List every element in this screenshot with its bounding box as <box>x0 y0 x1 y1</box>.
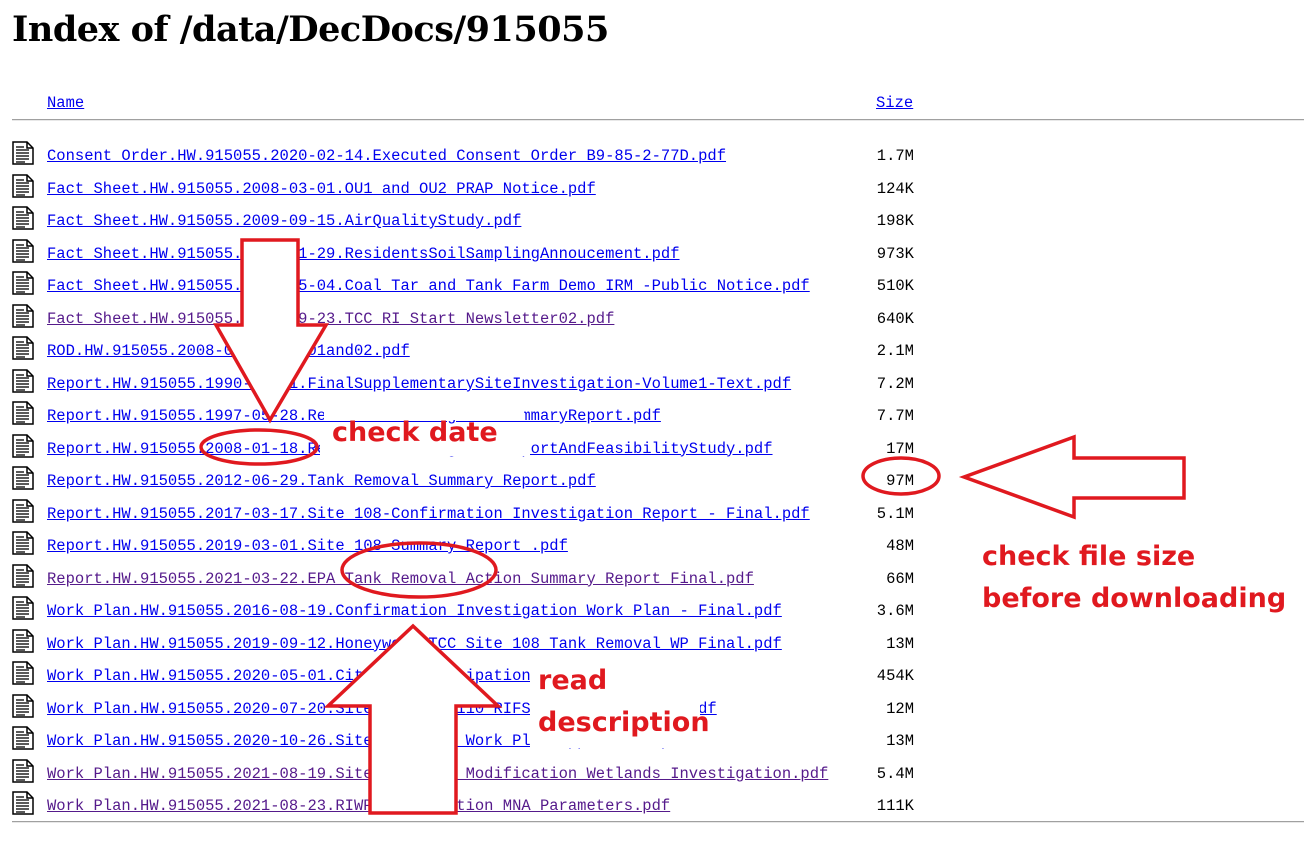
file-link[interactable]: Report.HW.915055.2019-03-01.Site 108 Sum… <box>47 537 568 555</box>
text-file-icon <box>12 271 34 295</box>
file-size: 973K <box>876 244 914 263</box>
file-size: 111K <box>876 797 914 815</box>
file-size: 124K <box>876 179 914 198</box>
text-file-icon <box>12 368 34 393</box>
text-file-icon <box>12 726 34 750</box>
text-file-icon <box>12 433 34 458</box>
text-file-icon <box>12 758 34 783</box>
file-link[interactable]: Consent Order.HW.915055.2020-02-14.Execu… <box>47 147 726 165</box>
file-size: 13M <box>886 634 914 653</box>
file-link[interactable]: Work Plan.HW.915055.2021-08-23.RIWP Modi… <box>47 797 670 815</box>
file-link[interactable]: Work Plan.HW.915055.2019-09-12.Honeywell… <box>47 635 782 653</box>
column-header-name[interactable]: Name <box>47 94 84 112</box>
file-size: 198K <box>876 212 914 230</box>
annotation-read-line1: read <box>538 665 608 696</box>
file-size: 12M <box>886 699 914 718</box>
file-link[interactable]: Report.HW.915055.1990-07-01.FinalSupplem… <box>47 375 791 393</box>
text-file-icon <box>12 661 34 685</box>
file-size: 510K <box>876 277 914 295</box>
file-row: Work Plan.HW.915055.2021-08-23.RIWP Modi… <box>0 791 1304 835</box>
file-link[interactable]: Work Plan.HW.915055.2016-08-19.Confirmat… <box>47 602 782 620</box>
file-link[interactable]: Fact Sheet.HW.915055.2020-09-23.TCC RI S… <box>47 310 614 328</box>
text-file-icon <box>12 466 34 490</box>
text-file-icon <box>12 238 34 263</box>
text-file-icon <box>12 563 34 588</box>
annotation-read-line2: description <box>538 707 710 738</box>
file-size: 66M <box>886 569 914 588</box>
page-title: Index of /data/DecDocs/915055 <box>12 9 609 50</box>
file-link[interactable]: Fact Sheet.HW.915055.2009-09-15.AirQuali… <box>47 212 521 230</box>
text-file-icon <box>12 596 34 620</box>
text-file-icon <box>12 693 34 718</box>
text-file-icon <box>12 141 34 165</box>
header-divider <box>12 119 1304 121</box>
text-file-icon <box>12 628 34 653</box>
file-size: 97M <box>886 472 914 490</box>
file-size: 3.6M <box>876 602 914 620</box>
text-file-icon <box>12 173 34 198</box>
annotation-check-size-line1: check file size <box>982 541 1196 572</box>
text-file-icon <box>12 336 34 360</box>
file-size: 640K <box>876 309 914 328</box>
file-link[interactable]: ROD.HW.915055.2008-03-31.OU-01and02.pdf <box>47 342 410 360</box>
file-link[interactable]: Fact Sheet.HW.915055.2008-03-01.OU1 and … <box>47 180 596 198</box>
text-file-icon <box>12 531 34 555</box>
file-size: 48M <box>886 537 914 555</box>
file-size: 2.1M <box>876 342 914 360</box>
file-link[interactable]: Report.HW.915055.2021-03-22.EPA Tank Rem… <box>47 570 754 588</box>
file-link[interactable]: Work Plan.HW.915055.2020-05-01.Citizen P… <box>47 667 614 685</box>
file-size: 5.4M <box>876 764 914 783</box>
file-size: 13M <box>886 732 914 750</box>
annotation-check-date: check date <box>332 417 498 448</box>
file-size: 17M <box>886 439 914 458</box>
annotation-check-size-line2: before downloading <box>982 583 1287 614</box>
file-link[interactable]: Fact Sheet.HW.915055.2013-01-29.Resident… <box>47 245 680 263</box>
text-file-icon <box>12 303 34 328</box>
file-link[interactable]: Report.HW.915055.2012-06-29.Tank Removal… <box>47 472 596 490</box>
text-file-icon <box>12 401 34 425</box>
file-link[interactable]: Fact Sheet.HW.915055.2017-05-04.Coal Tar… <box>47 277 810 295</box>
file-size: 7.7M <box>876 407 914 425</box>
file-link[interactable]: Report.HW.915055.2017-03-17.Site 108-Con… <box>47 505 810 523</box>
text-file-icon <box>12 498 34 523</box>
file-size: 7.2M <box>876 374 914 393</box>
text-file-icon <box>12 206 34 230</box>
file-size: 5.1M <box>876 504 914 523</box>
file-size: 454K <box>876 667 914 685</box>
file-link[interactable]: Work Plan.HW.915055.2021-08-19.Site 108 … <box>47 765 828 783</box>
text-file-icon <box>12 791 34 815</box>
file-size: 1.7M <box>876 147 914 165</box>
column-header-size[interactable]: Size <box>876 94 913 112</box>
